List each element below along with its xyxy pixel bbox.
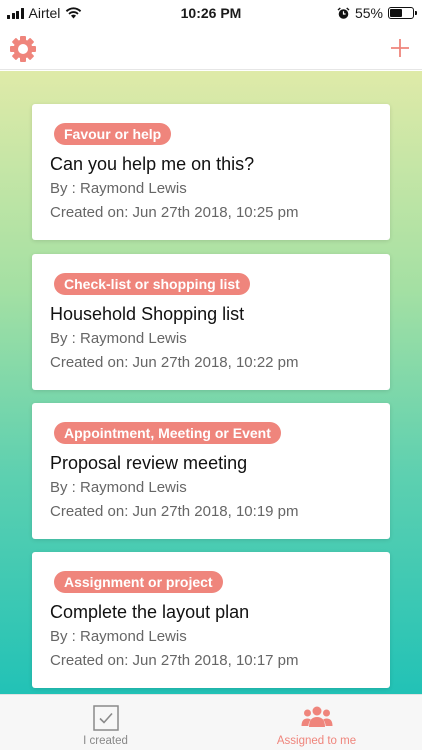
battery-percent: 55% — [354, 5, 383, 21]
task-card[interactable]: Appointment, Meeting or Event Proposal r… — [32, 403, 390, 539]
task-card[interactable]: Assignment or project Complete the layou… — [32, 552, 390, 688]
battery-level — [390, 9, 403, 17]
task-title: Household Shopping list — [50, 304, 245, 324]
category-badge: Appointment, Meeting or Event — [54, 422, 281, 444]
tab-label: I created — [83, 735, 128, 747]
task-list: Favour or help Can you help me on this? … — [0, 71, 422, 694]
nav-bar — [0, 26, 422, 70]
task-author: By : Raymond Lewis — [50, 479, 187, 496]
task-title: Complete the layout plan — [50, 602, 250, 622]
task-title: Can you help me on this? — [50, 154, 255, 174]
tab-bar: I created Assigned to me — [0, 694, 422, 750]
category-badge: Assignment or project — [54, 571, 223, 593]
task-author: By : Raymond Lewis — [50, 330, 187, 347]
tab-label: Assigned to me — [276, 735, 357, 747]
gear-icon[interactable] — [9, 35, 37, 63]
category-badge: Favour or help — [54, 123, 172, 145]
task-created-date: Created on: Jun 27th 2018, 10:17 pm — [50, 652, 299, 669]
checkbox-icon — [92, 705, 119, 731]
task-created-date: Created on: Jun 27th 2018, 10:22 pm — [50, 354, 299, 371]
alarm-clock-icon — [337, 6, 350, 19]
tab-assigned-to-me[interactable]: Assigned to me — [211, 695, 422, 750]
category-badge: Check-list or shopping list — [54, 273, 250, 295]
task-created-date: Created on: Jun 27th 2018, 10:19 pm — [50, 503, 299, 520]
task-title: Proposal review meeting — [50, 453, 248, 473]
battery-icon — [388, 7, 417, 19]
task-author: By : Raymond Lewis — [50, 628, 187, 645]
task-card[interactable]: Favour or help Can you help me on this? … — [32, 104, 390, 240]
people-icon — [301, 706, 332, 727]
task-created-date: Created on: Jun 27th 2018, 10:25 pm — [50, 204, 299, 221]
task-card[interactable]: Check-list or shopping list Household Sh… — [32, 254, 390, 390]
task-author: By : Raymond Lewis — [50, 180, 187, 197]
status-bar: Airtel 10:26 PM 55% — [0, 0, 422, 26]
status-right: 55% — [337, 5, 417, 21]
plus-icon[interactable] — [389, 37, 411, 59]
tab-i-created[interactable]: I created — [0, 695, 211, 750]
